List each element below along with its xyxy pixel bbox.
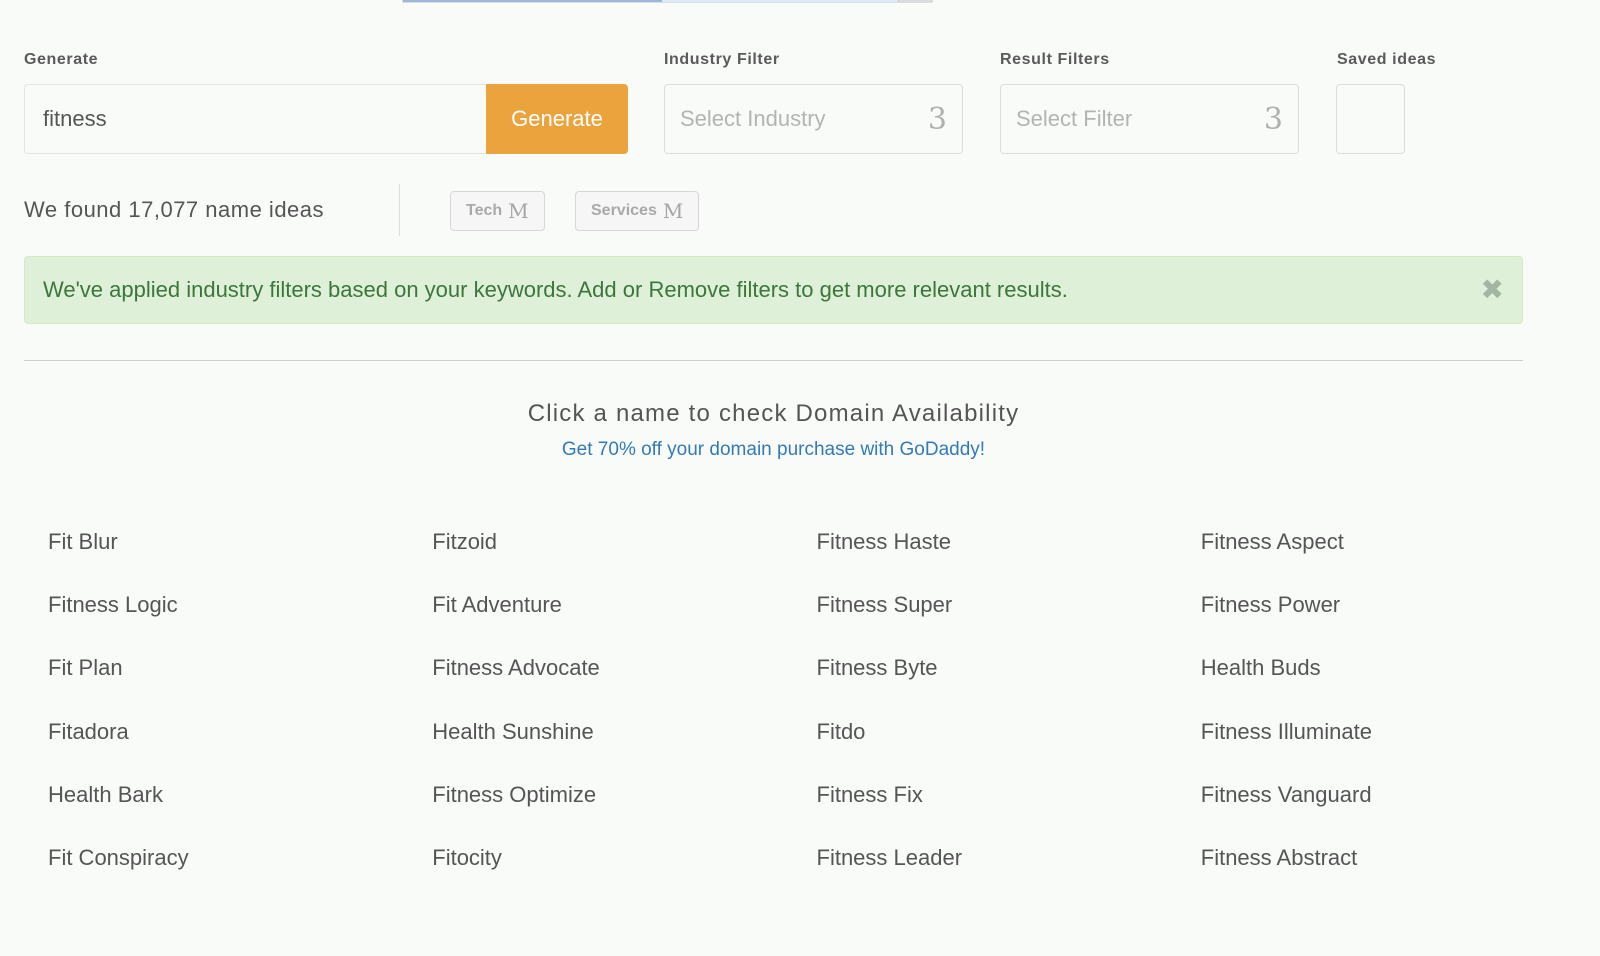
name-idea-item[interactable]: Fitness Optimize: [408, 763, 792, 826]
name-idea-item[interactable]: Fitness Advocate: [408, 637, 792, 700]
saved-ideas-label: Saved ideas: [1337, 51, 1437, 68]
name-idea-item[interactable]: Fitness Fix: [793, 763, 1177, 826]
name-idea-item[interactable]: Fitness Logic: [24, 573, 408, 636]
name-idea-item[interactable]: Fitness Vanguard: [1177, 763, 1561, 826]
industry-select-placeholder: Select Industry: [680, 106, 826, 131]
generate-input-group: Generate: [24, 84, 628, 154]
name-idea-item[interactable]: Health Bark: [24, 763, 408, 826]
result-filter-count-badge: 3: [1263, 101, 1283, 137]
industry-tag-tech[interactable]: Tech M: [450, 191, 545, 231]
alert-message: We've applied industry filters based on …: [43, 277, 1068, 302]
name-idea-item[interactable]: Fit Adventure: [408, 573, 792, 636]
name-idea-item[interactable]: Fitness Byte: [793, 637, 1177, 700]
name-idea-item[interactable]: Fitness Haste: [793, 510, 1177, 573]
result-filter-select[interactable]: Select Filter 3: [1000, 84, 1299, 154]
vertical-divider: [399, 184, 400, 236]
name-idea-item[interactable]: Fitness Illuminate: [1177, 700, 1561, 763]
name-idea-item[interactable]: Fitocity: [408, 826, 792, 889]
close-icon[interactable]: ✖: [1481, 276, 1504, 304]
name-idea-item[interactable]: Fit Conspiracy: [24, 826, 408, 889]
results-count: We found 17,077 name ideas: [24, 197, 325, 222]
name-idea-item[interactable]: Fitzoid: [408, 510, 792, 573]
horizontal-divider: [24, 360, 1523, 361]
name-idea-item[interactable]: Fitdo: [793, 700, 1177, 763]
name-idea-item[interactable]: Fitadora: [24, 700, 408, 763]
result-filter-placeholder: Select Filter: [1016, 106, 1133, 131]
generate-button[interactable]: Generate: [486, 84, 628, 154]
industry-filter-label: Industry Filter: [664, 51, 780, 68]
name-ideas-grid: Fit Blur Fitzoid Fitness Haste Fitness Aspe…: [24, 510, 1561, 890]
domain-availability-heading: Click a name to check Domain Availabilit…: [527, 400, 1020, 427]
name-idea-item[interactable]: Fitness Abstract: [1177, 826, 1561, 889]
name-idea-item[interactable]: Fitness Super: [793, 573, 1177, 636]
name-idea-item[interactable]: Fitness Power: [1177, 573, 1561, 636]
tag-remove-icon[interactable]: M: [508, 199, 528, 223]
industry-count-badge: 3: [927, 101, 947, 137]
tag-label: Tech: [466, 202, 503, 219]
name-idea-item[interactable]: Health Sunshine: [408, 700, 792, 763]
result-filters-label: Result Filters: [1000, 51, 1110, 68]
progress-fill: [403, 0, 663, 2]
tag-label: Services: [591, 202, 657, 219]
top-progress-bar[interactable]: [402, 0, 933, 3]
saved-ideas-box[interactable]: [1336, 84, 1405, 154]
keyword-input[interactable]: [24, 84, 486, 154]
godaddy-promo-link[interactable]: Get 70% off your domain purchase with Go…: [0, 439, 1547, 461]
progress-handle[interactable]: [898, 0, 932, 2]
name-idea-item[interactable]: Fit Blur: [24, 510, 408, 573]
name-idea-item[interactable]: Health Buds: [1177, 637, 1561, 700]
filters-applied-alert: We've applied industry filters based on …: [24, 256, 1523, 324]
name-idea-item[interactable]: Fitness Leader: [793, 826, 1177, 889]
name-generator-page: Generate Industry Filter Result Filters …: [0, 0, 1600, 956]
tag-remove-icon[interactable]: M: [663, 199, 683, 223]
generate-label: Generate: [24, 51, 99, 68]
name-idea-item[interactable]: Fit Plan: [24, 637, 408, 700]
name-idea-item[interactable]: Fitness Aspect: [1177, 510, 1561, 573]
industry-tag-services[interactable]: Services M: [575, 191, 700, 231]
industry-select[interactable]: Select Industry 3: [664, 84, 963, 154]
